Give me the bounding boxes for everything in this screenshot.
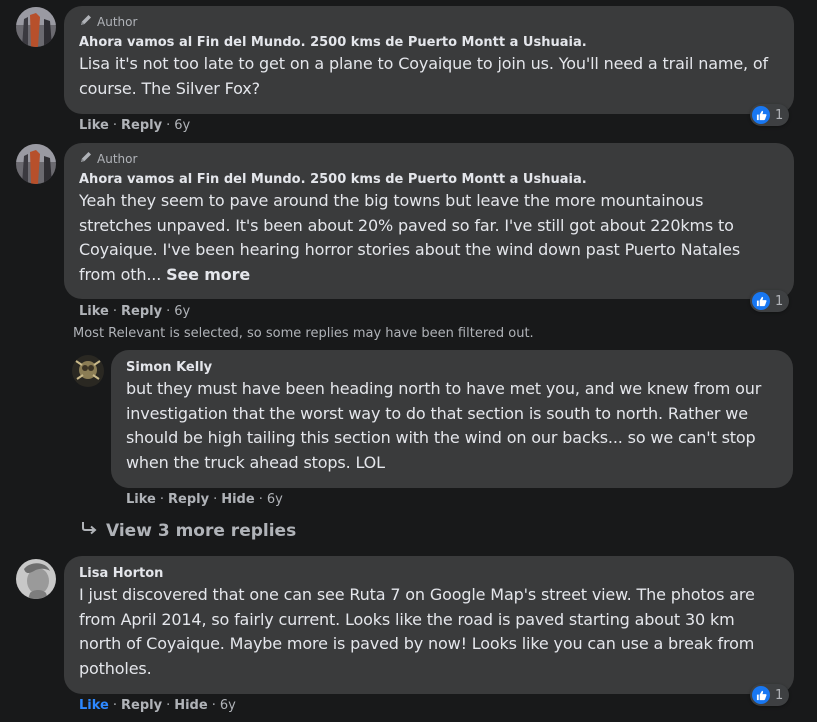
timestamp[interactable]: 6y (174, 304, 190, 319)
reply-button[interactable]: Reply (121, 304, 162, 319)
author-badge: Author (79, 14, 780, 30)
author-badge: Author (79, 151, 780, 167)
comment-bubble: Author Ahora vamos al Fin del Mundo. 250… (64, 143, 794, 299)
reply-button[interactable]: Reply (168, 492, 209, 507)
comment-text: I just discovered that one can see Ruta … (79, 585, 755, 678)
commenter-name[interactable]: Lisa Horton (79, 564, 780, 583)
author-label: Author (97, 15, 138, 29)
comment-actions: Like · Reply · 6y (79, 304, 191, 319)
reply-bubble: Simon Kelly but they must have been head… (111, 350, 793, 488)
commenter-name[interactable]: Ahora vamos al Fin del Mundo. 2500 kms d… (79, 33, 780, 52)
comment-text: Lisa it's not too late to get on a plane… (79, 54, 769, 98)
reaction-count: 1 (775, 687, 784, 703)
reply-button[interactable]: Reply (121, 698, 162, 713)
timestamp[interactable]: 6y (174, 118, 190, 133)
avatar[interactable] (16, 7, 56, 47)
thumbs-up-icon (752, 686, 770, 704)
pencil-icon (79, 150, 93, 168)
reaction-count: 1 (775, 293, 784, 309)
like-button[interactable]: Like (79, 118, 109, 133)
like-button[interactable]: Like (79, 304, 109, 319)
comment-bubble: Lisa Horton I just discovered that one c… (64, 556, 794, 694)
reply-arrow-icon (80, 520, 98, 541)
comment-bubble: Author Ahora vamos al Fin del Mundo. 250… (64, 6, 794, 114)
comment-text: Yeah they seem to pave around the big to… (79, 189, 780, 287)
thumbs-up-icon (752, 106, 770, 124)
hide-button[interactable]: Hide (174, 698, 207, 713)
reaction-badge[interactable]: 1 (750, 684, 790, 706)
reply-button[interactable]: Reply (121, 118, 162, 133)
reaction-count: 1 (775, 107, 784, 123)
reaction-badge[interactable]: 1 (750, 104, 790, 126)
avatar[interactable] (72, 355, 104, 387)
comment-actions: Like · Reply · Hide · 6y (79, 698, 236, 713)
reply-actions: Like · Reply · Hide · 6y (126, 492, 283, 507)
commenter-name[interactable]: Simon Kelly (126, 358, 779, 377)
comment-text: but they must have been heading north to… (126, 379, 762, 472)
view-more-label: View 3 more replies (106, 520, 297, 541)
author-label: Author (97, 152, 138, 166)
timestamp[interactable]: 6y (220, 698, 236, 713)
reaction-badge[interactable]: 1 (750, 290, 790, 312)
filter-note: Most Relevant is selected, so some repli… (73, 326, 534, 341)
avatar[interactable] (16, 559, 56, 599)
like-button[interactable]: Like (79, 698, 109, 713)
see-more-link[interactable]: See more (166, 265, 250, 284)
like-button[interactable]: Like (126, 492, 156, 507)
view-more-replies-button[interactable]: View 3 more replies (80, 520, 296, 541)
hide-button[interactable]: Hide (221, 492, 254, 507)
thumbs-up-icon (752, 292, 770, 310)
commenter-name[interactable]: Ahora vamos al Fin del Mundo. 2500 kms d… (79, 170, 780, 189)
pencil-icon (79, 13, 93, 31)
comment-actions: Like · Reply · 6y (79, 118, 191, 133)
avatar[interactable] (16, 144, 56, 184)
timestamp[interactable]: 6y (267, 492, 283, 507)
